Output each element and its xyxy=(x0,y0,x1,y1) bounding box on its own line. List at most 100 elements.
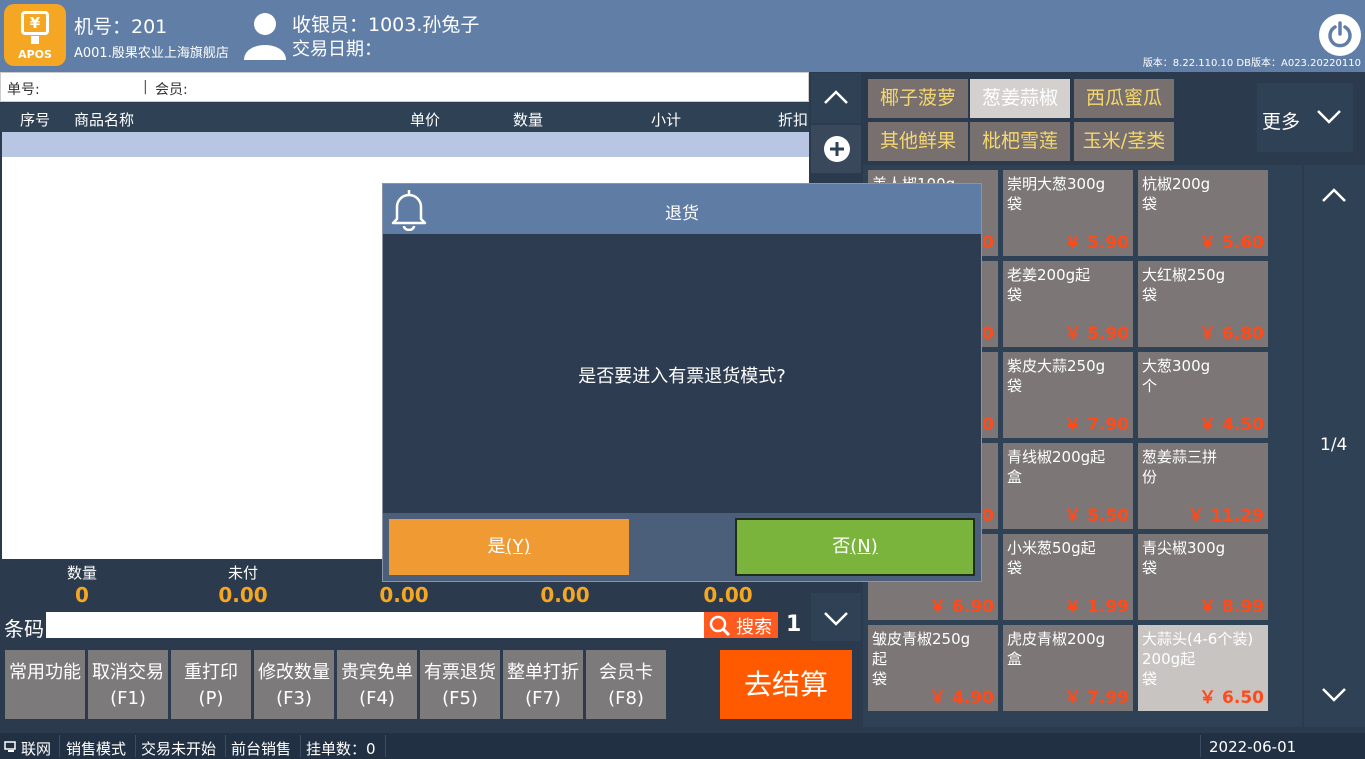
product-price: ￥ 5.90 xyxy=(1064,233,1129,253)
product-tile[interactable]: 虎皮青椒200g 盒 ￥ 7.99 xyxy=(1003,625,1133,711)
search-button[interactable]: 搜索 xyxy=(704,612,778,638)
summary-qty-label: 数量 xyxy=(66,564,97,582)
col-subtotal: 小计 xyxy=(651,111,682,129)
order-discount-button[interactable]: 整单打折 (F7) xyxy=(503,650,583,719)
category-other-fruit[interactable]: 其他鲜果 xyxy=(868,122,968,161)
no-button[interactable]: 否(N) xyxy=(735,518,975,576)
order-info-bar: 单号: | 会员: xyxy=(0,72,809,102)
modify-quantity-button[interactable]: 修改数量 (F3) xyxy=(254,650,334,719)
category-melons[interactable]: 西瓜蜜瓜 xyxy=(1074,79,1174,118)
col-product-name: 商品名称 xyxy=(74,111,135,129)
product-tile[interactable]: 大红椒250g 袋 ￥ 6.80 xyxy=(1138,261,1268,347)
checkout-button[interactable]: 去结算 xyxy=(720,650,852,719)
product-tile[interactable]: 青线椒200g起 盒 ￥ 5.50 xyxy=(1003,443,1133,529)
product-pager: 1/4 xyxy=(1304,165,1365,727)
product-price: ￥ 1.99 xyxy=(1064,597,1129,617)
dialog-footer: 是(Y) 否(N) xyxy=(383,513,981,581)
product-name: 老姜200g起 袋 xyxy=(1007,266,1091,304)
product-tile[interactable]: 大蒜头(4-6个装) 200g起 袋 ￥ 6.50 xyxy=(1138,625,1268,711)
product-tile[interactable]: 大葱300g 个 ￥ 4.50 xyxy=(1138,352,1268,438)
member-card-button[interactable]: 会员卡 (F8) xyxy=(586,650,666,719)
product-name: 崇明大葱300g 袋 xyxy=(1007,175,1106,213)
chevron-down-icon xyxy=(824,612,848,626)
product-tile[interactable]: 青尖椒300g 袋 ￥ 8.99 xyxy=(1138,534,1268,620)
summary-value-3: 0.00 xyxy=(379,583,429,607)
product-name: 青尖椒300g 袋 xyxy=(1142,539,1226,577)
network-icon xyxy=(4,741,16,752)
product-name: 大葱300g 个 xyxy=(1142,357,1211,395)
dialog-title-bar: 退货 xyxy=(383,184,981,234)
product-price: 0 xyxy=(982,233,994,253)
product-name: 青线椒200g起 盒 xyxy=(1007,448,1106,486)
product-price: ￥ 5.60 xyxy=(1199,233,1264,253)
product-name: 大蒜头(4-6个装) 200g起 袋 xyxy=(1142,630,1254,688)
product-tile[interactable]: 紫皮大蒜250g 袋 ￥ 7.90 xyxy=(1003,352,1133,438)
product-tile[interactable]: 小米葱50g起 袋 ￥ 1.99 xyxy=(1003,534,1133,620)
more-categories-button[interactable]: 更多 xyxy=(1257,83,1353,152)
product-price: ￥ 6.80 xyxy=(1199,324,1264,344)
table-row[interactable] xyxy=(2,132,809,157)
product-price: ￥ 5.50 xyxy=(1064,506,1129,526)
trade-status: 交易未开始 xyxy=(141,740,217,758)
cancel-trade-button[interactable]: 取消交易 (F1) xyxy=(88,650,168,719)
product-name: 皱皮青椒250g 起 袋 xyxy=(872,630,971,688)
order-number-label: 单号: xyxy=(7,82,40,98)
product-price: ￥ 4.50 xyxy=(1199,415,1264,435)
product-tile[interactable]: 老姜200g起 袋 ￥ 5.90 xyxy=(1003,261,1133,347)
product-name: 杭椒200g 袋 xyxy=(1142,175,1211,213)
trade-date: 交易日期： xyxy=(292,39,382,60)
summary-unpaid-value: 0.00 xyxy=(218,583,268,607)
common-functions-button[interactable]: 常用功能 xyxy=(5,650,85,719)
scroll-down-button[interactable] xyxy=(811,593,861,641)
product-tile[interactable]: 崇明大葱300g 袋 ￥ 5.90 xyxy=(1003,170,1133,256)
datetime: 2022-06-01 19:34:44 xyxy=(1209,738,1297,759)
col-quantity: 数量 xyxy=(513,111,544,129)
logo-text: APOS xyxy=(18,48,52,61)
barcode-label: 条码 xyxy=(4,617,44,641)
chevron-up-icon xyxy=(824,90,848,104)
category-corn-stems[interactable]: 玉米/茎类 xyxy=(1074,122,1174,161)
product-name: 虎皮青椒200g 盒 xyxy=(1007,630,1106,668)
yes-button[interactable]: 是(Y) xyxy=(389,519,629,575)
product-tile[interactable]: 葱姜蒜三拼 份 ￥ 11.29 xyxy=(1138,443,1268,529)
store-name: A001.殷果农业上海旗舰店 xyxy=(74,46,229,61)
chevron-down-icon[interactable] xyxy=(1321,687,1347,703)
product-price: 0 xyxy=(982,506,994,526)
return-dialog: 退货 是否要进入有票退货模式? 是(Y) 否(N) xyxy=(382,183,982,582)
product-price: ￥ 7.90 xyxy=(1064,415,1129,435)
reprint-button[interactable]: 重打印 (P) xyxy=(171,650,251,719)
receipt-return-button[interactable]: 有票退货 (F5) xyxy=(420,650,500,719)
vip-free-button[interactable]: 贵宾免单 (F4) xyxy=(337,650,417,719)
plus-circle-icon xyxy=(824,136,850,162)
app-logo: ¥ APOS xyxy=(4,4,66,66)
product-name: 葱姜蒜三拼 份 xyxy=(1142,448,1218,486)
product-price: 0 xyxy=(982,415,994,435)
product-price: 0 xyxy=(982,324,994,344)
product-price: ￥ 5.90 xyxy=(1064,324,1129,344)
dialog-message: 是否要进入有票退货模式? xyxy=(578,366,786,387)
summary-unpaid-label: 未付 xyxy=(227,564,258,582)
power-button[interactable] xyxy=(1319,14,1361,56)
col-unit-price: 单价 xyxy=(410,111,441,129)
summary-value-4: 0.00 xyxy=(540,583,590,607)
chevron-up-icon[interactable] xyxy=(1321,187,1347,203)
hold-count: 挂单数：0 xyxy=(306,740,376,758)
barcode-input[interactable] xyxy=(46,612,704,638)
scroll-up-button[interactable] xyxy=(811,73,861,123)
add-item-button[interactable] xyxy=(811,125,861,173)
product-tile[interactable]: 杭椒200g 袋 ￥ 5.60 xyxy=(1138,170,1268,256)
version-info: 版本：8.22.110.10 DB版本：A023.20220110 xyxy=(1142,58,1361,69)
user-icon xyxy=(244,13,286,60)
front-sale: 前台销售 xyxy=(231,740,292,758)
barcode-quantity: 1 xyxy=(786,612,802,637)
col-discount: 折扣 xyxy=(778,111,809,129)
summary-value-5: 0.00 xyxy=(703,583,753,607)
category-onion-ginger-garlic-pepper[interactable]: 葱姜蒜椒 xyxy=(970,79,1070,118)
product-name: 小米葱50g起 袋 xyxy=(1007,539,1096,577)
product-tile[interactable]: 皱皮青椒250g 起 袋 ￥ 4.90 xyxy=(868,625,998,711)
category-coconut-pineapple[interactable]: 椰子菠萝 xyxy=(868,79,968,118)
category-loquat[interactable]: 枇杷雪莲 xyxy=(970,122,1070,161)
yen-icon: ¥ xyxy=(21,11,49,35)
member-label: 会员: xyxy=(155,82,188,98)
order-table-header: 序号 商品名称 单价 数量 小计 折扣 xyxy=(0,103,809,132)
